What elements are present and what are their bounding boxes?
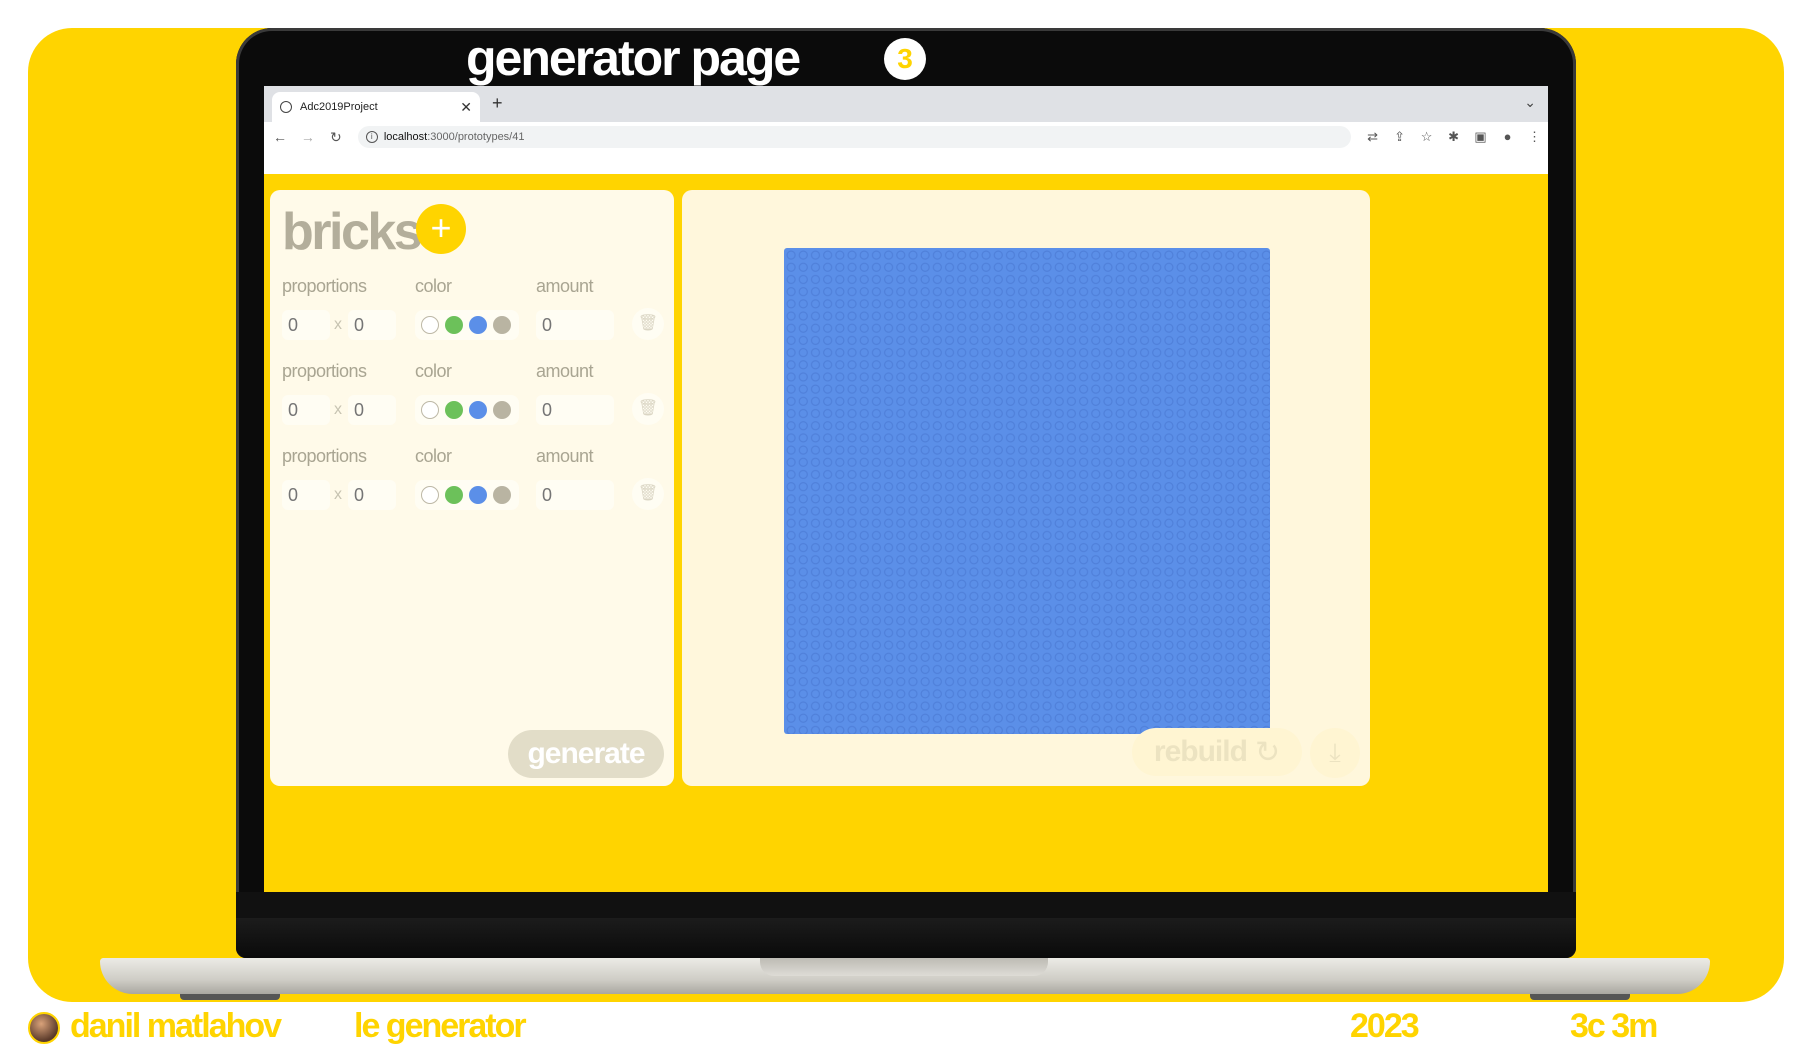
height-input[interactable]	[348, 310, 396, 340]
height-input[interactable]	[348, 395, 396, 425]
info-icon[interactable]: i	[365, 131, 378, 143]
proportions-label: proportions	[282, 361, 367, 381]
amount-input[interactable]	[536, 395, 614, 425]
address-bar[interactable]: i localhost:3000/prototypes/41	[357, 126, 1352, 148]
brick-row: proportions color amount x 🗑	[282, 446, 666, 526]
amount-input[interactable]	[536, 310, 614, 340]
laptop-foot	[1530, 994, 1630, 1000]
color-swatch-blue[interactable]	[469, 401, 487, 419]
brick-canvas	[784, 248, 1270, 734]
avatar	[28, 1012, 60, 1044]
rebuild-button[interactable]: rebuild ↻	[1132, 728, 1302, 776]
times-sign: x	[334, 316, 342, 333]
back-arrow-icon[interactable]: ←	[268, 129, 292, 145]
download-icon: ⤓	[1329, 737, 1341, 767]
amount-label: amount	[536, 361, 594, 381]
trash-icon[interactable]: 🗑	[632, 393, 664, 425]
star-icon[interactable]: ☆	[1413, 129, 1440, 145]
color-swatch-green[interactable]	[445, 401, 463, 419]
add-brick-button[interactable]: +	[416, 204, 466, 254]
color-swatch-gray[interactable]	[493, 401, 511, 419]
footer-author: danil matlahov	[70, 1007, 282, 1045]
color-swatch-blue[interactable]	[469, 316, 487, 334]
width-input[interactable]	[282, 310, 330, 340]
times-sign: x	[334, 486, 342, 503]
color-swatch-white[interactable]	[421, 401, 439, 419]
bricks-panel: bricks + proportions color amount x 🗑 pr…	[270, 190, 674, 786]
width-input[interactable]	[282, 480, 330, 510]
preview-panel: rebuild ↻ ⤓	[682, 190, 1370, 786]
amount-label: amount	[536, 446, 594, 466]
color-swatch-blue[interactable]	[469, 486, 487, 504]
page-top-strip	[264, 152, 1548, 174]
translate-icon[interactable]: ⇄	[1359, 129, 1386, 145]
url-path: :3000/prototypes/41	[427, 131, 525, 143]
color-label: color	[415, 361, 452, 381]
height-input[interactable]	[348, 480, 396, 510]
sidepanel-icon[interactable]: ▣	[1467, 129, 1494, 145]
times-sign: x	[334, 401, 342, 418]
hero-title: generator page	[466, 30, 801, 86]
reload-icon[interactable]: ↻	[324, 129, 348, 146]
color-picker	[415, 395, 519, 425]
brick-row: proportions color amount x 🗑	[282, 361, 666, 441]
color-swatch-gray[interactable]	[493, 486, 511, 504]
color-label: color	[415, 446, 452, 466]
color-picker	[415, 310, 519, 340]
browser-toolbar: ← → ↻ i localhost:3000/prototypes/41 ⇄ ⇪…	[264, 122, 1548, 152]
browser-tabbar: Adc2019Project ✕ + ⌄	[264, 86, 1548, 122]
extensions-icon[interactable]: ✱	[1440, 129, 1467, 145]
proportions-label: proportions	[282, 276, 367, 296]
brick-row: proportions color amount x 🗑	[282, 276, 666, 356]
color-swatch-white[interactable]	[421, 486, 439, 504]
download-button[interactable]: ⤓	[1310, 728, 1360, 778]
refresh-icon: ↻	[1254, 735, 1281, 769]
url-host: localhost	[383, 131, 428, 143]
color-swatch-white[interactable]	[421, 316, 439, 334]
new-tab-button[interactable]: +	[492, 93, 503, 114]
browser-tab[interactable]: Adc2019Project ✕	[272, 92, 480, 122]
bricks-title: bricks	[282, 203, 423, 261]
color-picker	[415, 480, 519, 510]
chevron-down-icon[interactable]: ⌄	[1524, 94, 1536, 111]
rebuild-label: rebuild	[1153, 735, 1248, 768]
hero-step-number: 3	[884, 38, 926, 80]
color-swatch-gray[interactable]	[493, 316, 511, 334]
globe-icon	[280, 101, 292, 113]
color-label: color	[415, 276, 452, 296]
tab-title: Adc2019Project	[300, 101, 378, 113]
trash-icon[interactable]: 🗑	[632, 308, 664, 340]
width-input[interactable]	[282, 395, 330, 425]
forward-arrow-icon[interactable]: →	[296, 129, 320, 145]
laptop-notch	[760, 958, 1048, 976]
close-icon[interactable]: ✕	[460, 99, 472, 116]
color-swatch-green[interactable]	[445, 486, 463, 504]
footer-year: 2023	[1350, 1007, 1420, 1045]
color-swatch-green[interactable]	[445, 316, 463, 334]
share-icon[interactable]: ⇪	[1386, 129, 1413, 145]
menu-dots-icon[interactable]: ⋮	[1521, 129, 1548, 145]
profile-icon[interactable]: ●	[1494, 129, 1521, 145]
laptop-foot	[180, 994, 280, 1000]
amount-label: amount	[536, 276, 594, 296]
bezel-strip	[236, 918, 1576, 958]
footer-duration: 3c 3m	[1570, 1007, 1658, 1045]
amount-input[interactable]	[536, 480, 614, 510]
laptop-screen: Adc2019Project ✕ + ⌄ ← → ↻ i localhost:3…	[264, 86, 1548, 892]
footer-project: le generator	[354, 1007, 527, 1045]
generate-button[interactable]: generate	[508, 730, 664, 778]
trash-icon[interactable]: 🗑	[632, 478, 664, 510]
proportions-label: proportions	[282, 446, 367, 466]
